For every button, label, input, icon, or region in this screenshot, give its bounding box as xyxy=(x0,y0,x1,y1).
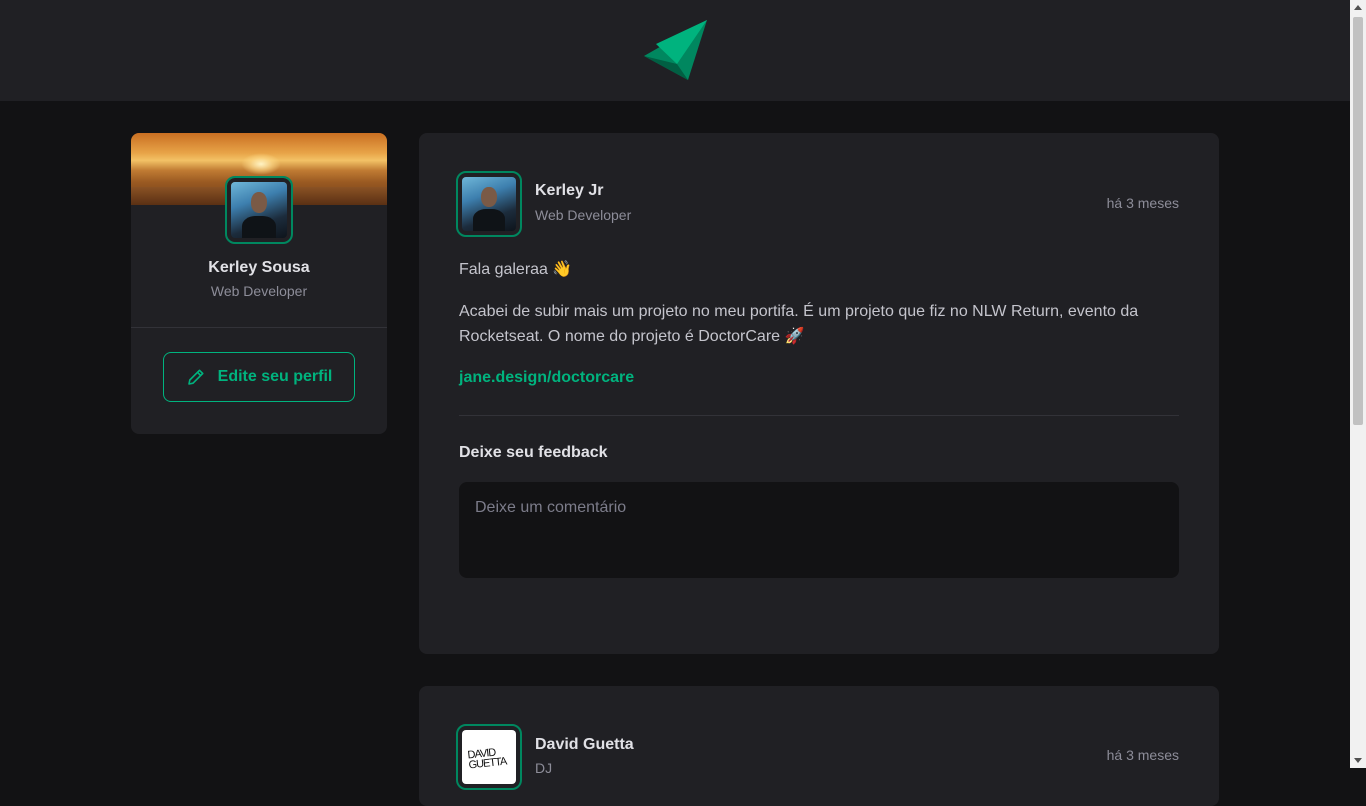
post-time: há 3 meses xyxy=(1106,195,1179,211)
page-scrollbar[interactable] xyxy=(1350,0,1366,768)
scroll-up-icon[interactable] xyxy=(1354,5,1362,10)
post-author-role: Web Developer xyxy=(535,207,632,223)
paper-plane-logo-icon[interactable] xyxy=(642,19,708,82)
avatar-photo xyxy=(462,177,516,231)
scroll-down-icon[interactable] xyxy=(1354,758,1362,763)
post-time: há 3 meses xyxy=(1106,747,1179,763)
top-header xyxy=(0,0,1350,101)
profile-role: Web Developer xyxy=(210,283,308,299)
post-author-name: David Guetta xyxy=(535,736,634,753)
avatar-photo xyxy=(231,182,287,238)
avatar-photo: DAVID GUETTA xyxy=(462,730,516,784)
post-card: DAVID GUETTA David Guetta DJ há 3 meses xyxy=(419,686,1219,806)
post-paragraph: Fala galeraa 👋 xyxy=(459,261,573,278)
edit-profile-label: Edite seu perfil xyxy=(217,368,333,385)
edit-profile-button[interactable]: Edite seu perfil xyxy=(163,352,355,402)
feedback-title: Deixe seu feedback xyxy=(459,444,608,461)
post-author-role: DJ xyxy=(535,760,553,776)
post-link[interactable]: jane.design/doctorcare xyxy=(459,369,634,387)
avatar xyxy=(225,176,293,244)
scrollbar-thumb[interactable] xyxy=(1353,17,1363,425)
profile-name: Kerley Sousa xyxy=(208,259,310,276)
pencil-icon xyxy=(186,367,206,387)
post-paragraph: Acabei de subir mais um projeto no meu p… xyxy=(459,303,1139,345)
divider xyxy=(459,415,1179,416)
post-author-avatar[interactable] xyxy=(456,171,522,237)
comment-input[interactable] xyxy=(459,482,1179,578)
divider xyxy=(131,327,387,328)
post-card: Kerley Jr Web Developer há 3 meses Fala … xyxy=(419,133,1219,654)
profile-sidebar: Kerley Sousa Web Developer Edite seu per… xyxy=(131,133,387,434)
avatar-logo-text: DAVID GUETTA xyxy=(466,746,507,772)
post-author-name: Kerley Jr xyxy=(535,182,604,199)
post-author-avatar[interactable]: DAVID GUETTA xyxy=(456,724,522,790)
